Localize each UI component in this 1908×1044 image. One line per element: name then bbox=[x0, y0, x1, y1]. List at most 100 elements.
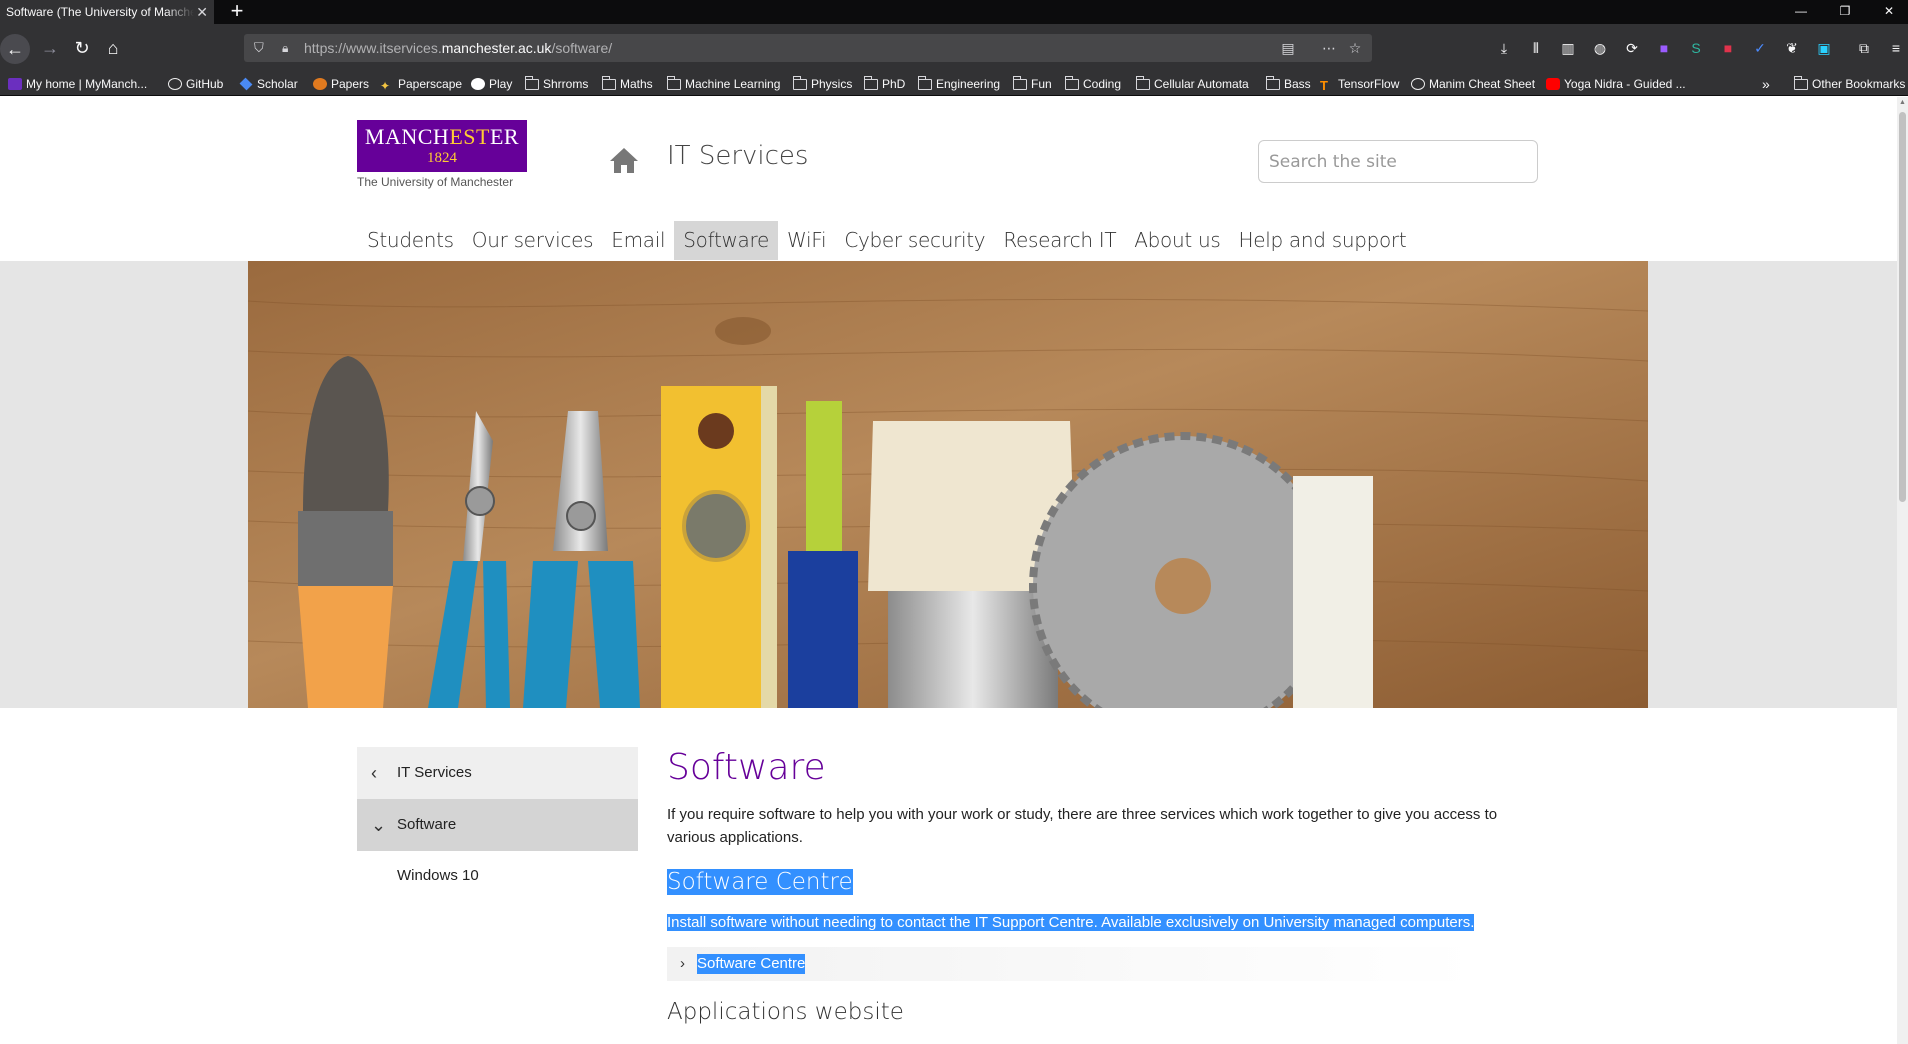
bookmark-item[interactable]: ✦ Paperscape bbox=[380, 72, 462, 96]
reader-view-icon[interactable]: ▤ bbox=[1277, 38, 1299, 58]
site-title[interactable]: IT Services bbox=[667, 141, 808, 171]
bookmark-item[interactable]: Bass bbox=[1266, 72, 1311, 96]
bookmark-item[interactable]: Scholar bbox=[239, 72, 298, 96]
other-bookmarks[interactable]: Other Bookmarks bbox=[1794, 72, 1905, 96]
search-input[interactable] bbox=[1258, 140, 1538, 183]
extension-save-icon[interactable]: ▣ bbox=[1814, 38, 1834, 58]
bookmark-item[interactable]: Manim Cheat Sheet bbox=[1411, 72, 1535, 96]
section-description: Install software without needing to cont… bbox=[667, 914, 1475, 931]
folder-icon bbox=[1065, 76, 1079, 90]
bookmarks-overflow-icon[interactable]: » bbox=[1762, 72, 1770, 96]
bookmark-item[interactable]: Coding bbox=[1065, 72, 1121, 96]
nav-software[interactable]: Software bbox=[674, 221, 778, 260]
extensions-icon[interactable]: ⧉ bbox=[1854, 38, 1874, 58]
mymanchester-icon bbox=[8, 78, 22, 90]
logo-subtitle: The University of Manchester bbox=[357, 175, 514, 189]
sidenav-current-software[interactable]: ⌄ Software bbox=[357, 799, 638, 851]
bookmark-item[interactable]: Play bbox=[471, 72, 512, 96]
menu-icon[interactable]: ≡ bbox=[1886, 38, 1906, 58]
bookmark-item[interactable]: T TensorFlow bbox=[1320, 72, 1399, 96]
browser-tab[interactable]: Software (The University of Manchester) … bbox=[0, 0, 214, 24]
folder-icon bbox=[793, 76, 807, 90]
extension-check-icon[interactable]: ✓ bbox=[1750, 38, 1770, 58]
folder-icon bbox=[1013, 76, 1027, 90]
bookmark-item[interactable]: Shrroms bbox=[525, 72, 588, 96]
scroll-up-arrow[interactable]: ▲ bbox=[1899, 99, 1906, 107]
bookmark-item[interactable]: Machine Learning bbox=[667, 72, 780, 96]
extension-leaf-icon[interactable]: ❦ bbox=[1782, 38, 1802, 58]
tracking-shield-icon[interactable]: ⛉ bbox=[254, 40, 270, 56]
bookmarks-toolbar: My home | MyManch... GitHub Scholar Pape… bbox=[0, 72, 1908, 96]
page-title: Software bbox=[667, 747, 826, 788]
bookmark-item[interactable]: Engineering bbox=[918, 72, 1000, 96]
extension-s-icon[interactable]: S bbox=[1686, 38, 1706, 58]
intro-text: If you require software to help you with… bbox=[667, 806, 1498, 846]
bookmark-star-icon[interactable]: ☆ bbox=[1344, 38, 1366, 58]
folder-icon bbox=[864, 76, 878, 90]
accordion-label: Software Centre bbox=[697, 954, 806, 974]
close-window-icon[interactable]: ✕ bbox=[1870, 0, 1908, 24]
nav-email[interactable]: Email bbox=[602, 221, 674, 260]
bookmark-item[interactable]: Yoga Nidra - Guided ... bbox=[1546, 72, 1686, 96]
reload-icon[interactable]: ↻ bbox=[66, 32, 98, 64]
chevron-right-icon: › bbox=[680, 955, 685, 972]
home-icon[interactable] bbox=[608, 146, 640, 174]
bookmark-item[interactable]: PhD bbox=[864, 72, 905, 96]
extension-red-icon[interactable]: ■ bbox=[1718, 38, 1738, 58]
extension-purple-icon[interactable]: ■ bbox=[1654, 38, 1674, 58]
scrollbar-thumb[interactable] bbox=[1899, 112, 1906, 502]
nav-research-it[interactable]: Research IT bbox=[994, 221, 1125, 260]
university-logo[interactable]: MANCHESTER 1824 bbox=[357, 120, 527, 172]
minimize-icon[interactable]: — bbox=[1782, 0, 1820, 24]
chevron-down-icon: ⌄ bbox=[371, 815, 387, 835]
folder-icon bbox=[525, 76, 539, 90]
folder-icon bbox=[1266, 76, 1280, 90]
github-icon bbox=[1411, 78, 1425, 90]
nav-help-and-support[interactable]: Help and support bbox=[1229, 221, 1415, 260]
downloads-icon[interactable]: ⤓ bbox=[1494, 38, 1514, 58]
youtube-icon bbox=[1546, 78, 1560, 90]
home-icon[interactable]: ⌂ bbox=[97, 32, 129, 64]
extension-icon[interactable]: ◍ bbox=[1590, 38, 1610, 58]
nav-cyber-security[interactable]: Cyber security bbox=[835, 221, 994, 260]
sidenav-back-it-services[interactable]: ‹ IT Services bbox=[357, 747, 638, 799]
nav-about-us[interactable]: About us bbox=[1125, 221, 1229, 260]
bookmark-item[interactable]: Maths bbox=[602, 72, 653, 96]
back-icon[interactable]: ← bbox=[0, 34, 30, 64]
nav-our-services[interactable]: Our services bbox=[463, 221, 602, 260]
restore-icon[interactable]: ❐ bbox=[1826, 0, 1864, 24]
url-text[interactable]: https://www.itservices.manchester.ac.uk/… bbox=[304, 34, 612, 62]
new-tab-icon[interactable]: + bbox=[224, 0, 250, 24]
play-icon bbox=[471, 78, 485, 90]
bookmark-item[interactable]: Physics bbox=[793, 72, 852, 96]
address-bar[interactable]: ⛉ 🔒︎ https://www.itservices.manchester.a… bbox=[244, 34, 1372, 62]
nav-students[interactable]: Students bbox=[358, 221, 463, 260]
tensorflow-icon: T bbox=[1320, 78, 1328, 93]
lock-icon[interactable]: 🔒︎ bbox=[282, 40, 294, 56]
bookmark-item[interactable]: GitHub bbox=[168, 72, 223, 96]
hero-image-tools bbox=[248, 261, 1648, 708]
github-icon bbox=[168, 78, 182, 90]
sync-extension-icon[interactable]: ⟳ bbox=[1622, 38, 1642, 58]
paperscape-icon: ✦ bbox=[380, 79, 391, 93]
folder-icon bbox=[602, 76, 616, 90]
sidenav-windows-10[interactable]: Windows 10 bbox=[357, 851, 638, 901]
tab-title: Software (The University of Manchester) bbox=[6, 5, 194, 19]
close-tab-icon[interactable]: ✕ bbox=[196, 0, 208, 24]
scholar-icon bbox=[239, 77, 253, 91]
bookmark-item[interactable]: My home | MyManch... bbox=[8, 72, 147, 96]
software-centre-accordion[interactable]: › Software Centre bbox=[667, 947, 1477, 981]
bookmark-item[interactable]: Cellular Automata bbox=[1136, 72, 1249, 96]
forward-icon[interactable]: → bbox=[34, 32, 66, 64]
nav-wifi[interactable]: WiFi bbox=[778, 221, 835, 260]
main-content: Software If you require software to help… bbox=[667, 747, 1547, 1027]
web-page: MANCHESTER 1824 The University of Manche… bbox=[0, 97, 1897, 1044]
section-heading-software-centre: Software Centre bbox=[667, 869, 853, 895]
library-icon[interactable]: ⫴ bbox=[1526, 38, 1546, 58]
page-actions-icon[interactable]: ⋯ bbox=[1318, 38, 1340, 58]
sidebar-icon[interactable]: ▥ bbox=[1558, 38, 1578, 58]
folder-icon bbox=[918, 76, 932, 90]
bookmark-item[interactable]: Fun bbox=[1013, 72, 1052, 96]
side-navigation: ‹ IT Services ⌄ Software Windows 10 bbox=[357, 747, 638, 901]
bookmark-item[interactable]: Papers bbox=[313, 72, 369, 96]
